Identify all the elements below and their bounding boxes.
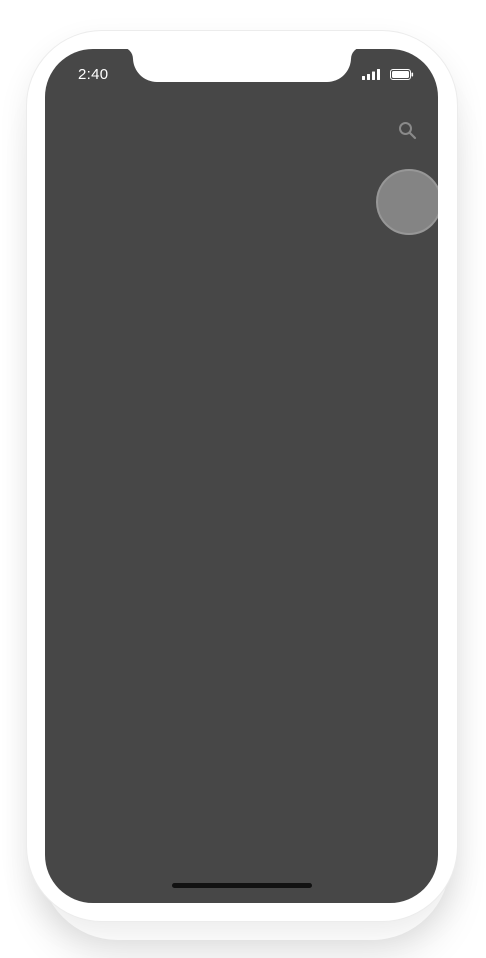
touch-indicator <box>376 169 438 235</box>
battery-icon <box>390 69 414 80</box>
home-indicator[interactable] <box>172 883 312 888</box>
device-notch <box>133 49 351 82</box>
search-icon <box>399 122 417 140</box>
app-screen: 2:40 <box>45 49 438 903</box>
device-canvas: 2:40 <box>0 0 486 958</box>
status-bar-time: 2:40 <box>78 66 109 83</box>
search-button[interactable] <box>397 120 419 142</box>
cellular-signal-icon <box>362 69 380 80</box>
